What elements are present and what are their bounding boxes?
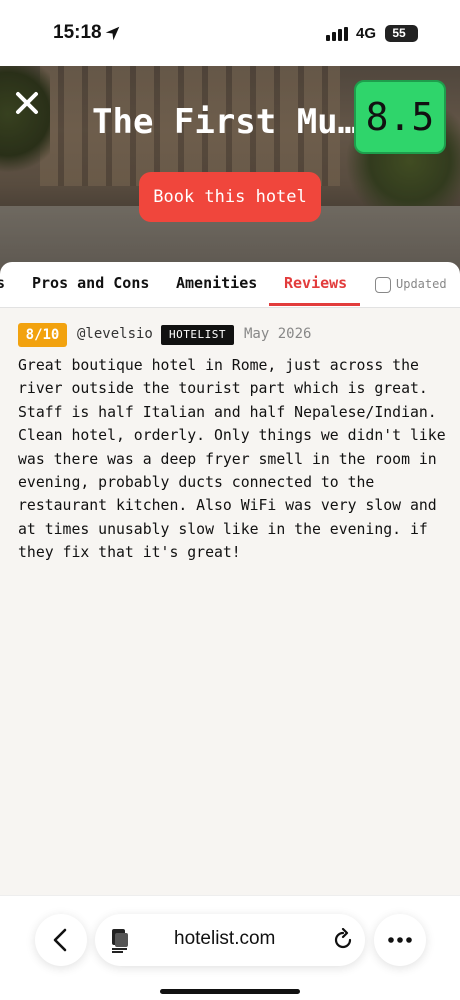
hotelist-badge: HOTELIST [161, 325, 234, 345]
battery-icon: 55 [385, 25, 418, 42]
battery-level: 55 [392, 26, 406, 40]
browser-toolbar: hotelist.com [0, 895, 460, 1000]
review-meta: 8/10 @levelsio HOTELIST May 2026 [18, 323, 448, 347]
home-indicator [160, 989, 300, 994]
page-icon[interactable] [109, 927, 131, 953]
more-options-button[interactable] [374, 914, 426, 966]
tab-bar: s Pros and Cons Amenities Reviews Update… [0, 262, 460, 308]
reload-icon[interactable] [331, 928, 355, 952]
tab-reviews[interactable]: Reviews [284, 274, 347, 292]
review-rating-badge: 8/10 [18, 323, 67, 347]
close-icon[interactable] [14, 90, 40, 116]
updated-label: Updated [396, 277, 447, 291]
network-label: 4G [356, 25, 377, 42]
url-text[interactable]: hotelist.com [174, 928, 275, 950]
more-dots-icon [388, 937, 412, 943]
active-tab-indicator [269, 303, 360, 306]
signal-bars-icon [326, 27, 348, 41]
back-chevron-icon [53, 928, 67, 952]
hotel-title: The First Mu… [92, 102, 354, 142]
review-date: May 2026 [244, 326, 312, 342]
review-username[interactable]: @levelsio [77, 326, 153, 342]
status-bar: 15:18 4G 55 [0, 0, 460, 66]
tab-amenities[interactable]: Amenities [176, 274, 257, 292]
score-badge: 8.5 [354, 80, 446, 154]
review-text: Great boutique hotel in Rome, just acros… [18, 357, 446, 562]
tab-pros-and-cons[interactable]: Pros and Cons [32, 274, 149, 292]
back-button[interactable] [35, 914, 87, 966]
location-arrow-icon [105, 26, 120, 41]
status-time: 15:18 [53, 22, 102, 43]
updated-checkbox[interactable] [375, 277, 391, 293]
address-bar[interactable]: hotelist.com [95, 914, 365, 966]
book-hotel-button[interactable]: Book this hotel [139, 172, 321, 222]
hotel-hero: The First Mu… 8.5 Book this hotel [0, 66, 460, 281]
tab-partial[interactable]: s [0, 274, 5, 292]
